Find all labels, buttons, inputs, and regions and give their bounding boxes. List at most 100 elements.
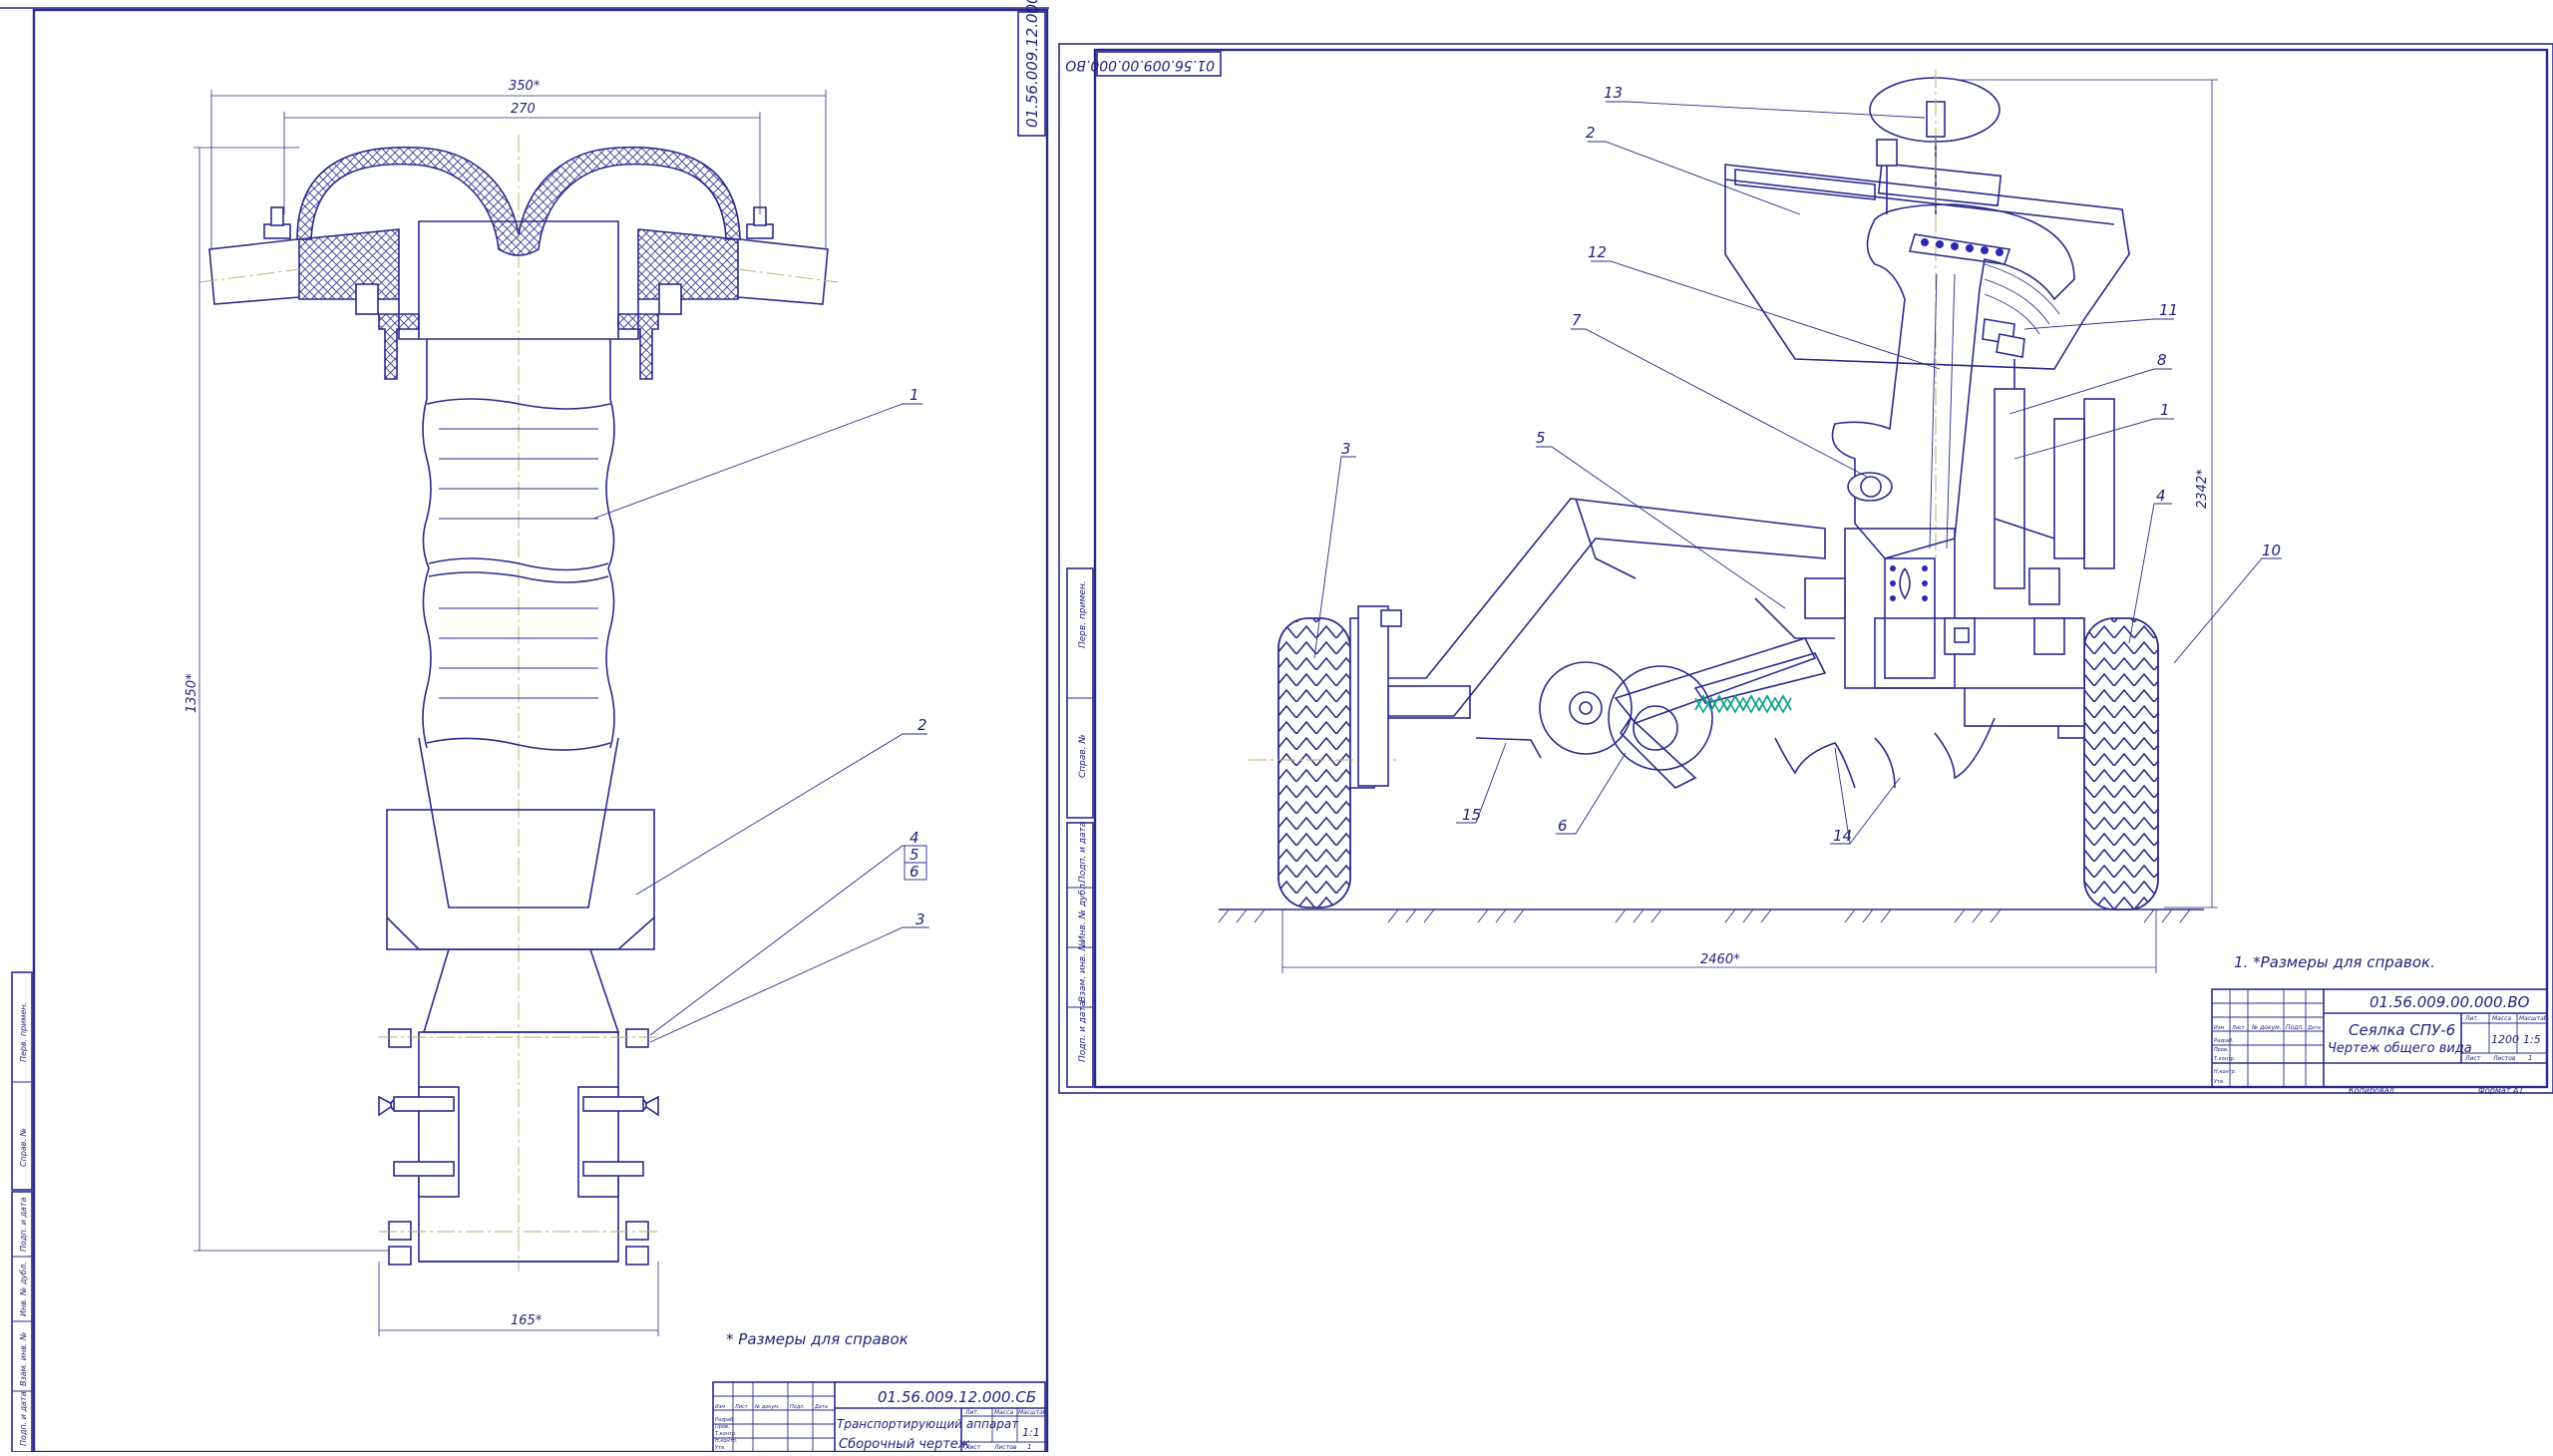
- tb-label: Масштаб: [1018, 1409, 1047, 1416]
- tb-col: Подп.: [2286, 1024, 2304, 1031]
- leader-label: 1: [2160, 401, 2170, 419]
- left-strip-label: Подп. и дата: [19, 1197, 28, 1252]
- dim-top-outer: 350*: [509, 79, 541, 94]
- funnel-box: [386, 809, 655, 1033]
- right-title-name: Сеялка СПУ-6: [2349, 1021, 2455, 1039]
- tb-col: Лист: [734, 1404, 749, 1410]
- leader-label: 15: [1462, 806, 1481, 824]
- dim-bottom: 165*: [511, 1313, 543, 1328]
- leader-label: 11: [2159, 301, 2178, 319]
- tb-label: Лист: [2464, 1055, 2481, 1062]
- left-code-stamp: 01.56.009.12.000.СБ: [1017, 0, 1046, 137]
- left-strip-label: Справ. №: [19, 1128, 28, 1167]
- leader-label: 12: [1588, 243, 1607, 261]
- tb-label: Листов: [2492, 1055, 2516, 1062]
- left-strip-label: Инв. № дубл.: [19, 1262, 28, 1316]
- dim-top-inner: 270: [511, 102, 536, 117]
- right-dimensions: 2342* 2460*: [1281, 79, 2218, 973]
- tb-col: № докум.: [754, 1404, 780, 1410]
- tb-role: Утв.: [715, 1445, 726, 1451]
- leader-label: 8: [2157, 351, 2167, 369]
- left-strip-label: Подп. и дата: [19, 1391, 28, 1446]
- frame-beams: [1357, 498, 2085, 787]
- right-side-strip: Перв. примен. Справ. № Подп. и дата Инв.…: [1066, 567, 1094, 1088]
- drawing-canvas: 01.56.009.12.000.СБ Перв. примен. Справ.…: [0, 0, 2553, 1454]
- tb-value: 1: [1027, 1443, 1031, 1451]
- right-note: 1. *Размеры для справок.: [2234, 953, 2435, 971]
- right-scale: 1:5: [2523, 1033, 2541, 1046]
- dim-right-height: 2342*: [2195, 469, 2210, 509]
- tb-label: Масштаб: [2519, 1015, 2548, 1022]
- leader-label: 1: [910, 386, 919, 404]
- right-sheet-frame: [1093, 48, 2549, 1089]
- leader-label: 13: [1604, 84, 1623, 102]
- drive-mechanism: [1754, 359, 2115, 689]
- left-title-name: Транспортирующий аппарат: [837, 1417, 1019, 1431]
- right-strip-label: Справ. №: [1078, 734, 1088, 778]
- right-mass: 1200: [2491, 1033, 2519, 1046]
- leader-label: 5: [910, 846, 919, 864]
- tb-col: Лист: [2231, 1025, 2246, 1031]
- ground-line: [1218, 909, 2204, 923]
- leader-label: 14: [1833, 827, 1852, 845]
- tb-col: Подп.: [790, 1404, 805, 1410]
- left-strip-label: Перв. примен.: [19, 1002, 28, 1062]
- right-strip-label: Подп. и дата: [1078, 1001, 1088, 1062]
- right-code-stamp-text: 01.56.009.00.000.ВО: [1065, 57, 1215, 73]
- left-title-code: 01.56.009.12.000.СБ: [878, 1388, 1036, 1406]
- tb-col: Изм: [2214, 1025, 2224, 1031]
- tb-role: Т.контр.: [2214, 1056, 2236, 1062]
- leader-label: 2: [1586, 124, 1596, 142]
- dim-height: 1350*: [184, 673, 199, 713]
- left-strip-label: Взам. инв. №: [19, 1332, 28, 1386]
- tb-role: Разраб.: [715, 1417, 735, 1423]
- tb-label: Лит.: [2464, 1015, 2479, 1022]
- tb-value: 1: [2528, 1054, 2532, 1062]
- leader-label: 4: [910, 829, 919, 847]
- leader-label: 3: [1341, 440, 1351, 458]
- tb-role: Пров.: [2214, 1047, 2229, 1053]
- tb-role: Н.контр.: [715, 1438, 737, 1444]
- leader-label: 10: [2262, 542, 2281, 559]
- leader-label: 2: [917, 716, 927, 734]
- leader-label: 5: [1536, 429, 1546, 447]
- left-title-subname: Сборочный чертеж: [839, 1437, 970, 1452]
- left-note: * Размеры для справок: [726, 1330, 909, 1348]
- right-format: Формат А1: [2478, 1086, 2524, 1095]
- tb-role: Н.контр.: [2214, 1069, 2236, 1075]
- right-strip-label: Взам. инв. №: [1078, 941, 1088, 1002]
- tb-label: Масса: [2492, 1015, 2511, 1022]
- right-copied: Копировал: [2349, 1086, 2394, 1095]
- right-code-stamp: 01.56.009.00.000.ВО: [1065, 51, 1222, 77]
- right-title-code: 01.56.009.00.000.ВО: [2370, 993, 2530, 1011]
- tb-label: Листов: [993, 1444, 1017, 1451]
- tb-col: № докум.: [2251, 1024, 2282, 1031]
- tb-role: Пров.: [715, 1424, 730, 1430]
- tb-role: Т.контр.: [715, 1431, 737, 1437]
- tb-label: Масса: [994, 1409, 1013, 1416]
- tb-label: Лит.: [964, 1409, 979, 1416]
- left-scale: 1:1: [1022, 1426, 1040, 1439]
- left-sheet: 01.56.009.12.000.СБ Перв. примен. Справ.…: [0, 0, 1049, 1454]
- tb-col: Изм: [715, 1404, 725, 1410]
- right-strip-label: Инв. № дубл.: [1078, 881, 1088, 942]
- dim-right-width: 2460*: [1700, 952, 1740, 967]
- right-title-subname: Чертеж общего вида: [2328, 1041, 2472, 1056]
- right-title-block: 01.56.009.00.000.ВО Сеялка СПУ-6 Чертеж …: [2211, 988, 2548, 1095]
- tb-col: Дата: [2307, 1025, 2321, 1031]
- leader-label: 4: [2156, 487, 2166, 505]
- seed-tube-housing: [1831, 203, 2075, 559]
- right-sheet: 01.56.009.00.000.ВО Перв. примен. Справ.…: [1058, 43, 2553, 1095]
- left-title-block: 01.56.009.12.000.СБ Транспортирующий апп…: [712, 1381, 1047, 1453]
- leader-label: 3: [915, 910, 925, 928]
- leader-label: 6: [910, 863, 919, 881]
- left-leaders: 1 2 4 5 6 3: [592, 386, 929, 1043]
- leader-label: 7: [1572, 311, 1582, 329]
- left-code-stamp-text: 01.56.009.12.000.СБ: [1023, 0, 1041, 128]
- tb-role: Утв.: [2214, 1079, 2225, 1085]
- right-strip-label: Перв. примен.: [1078, 580, 1088, 648]
- right-strip-label: Подп. и дата: [1078, 822, 1088, 883]
- leader-label: 6: [1558, 817, 1568, 835]
- left-side-strip: Перв. примен. Справ. № Подп. и дата Инв.…: [11, 971, 33, 1453]
- tb-col: Дата: [814, 1404, 828, 1410]
